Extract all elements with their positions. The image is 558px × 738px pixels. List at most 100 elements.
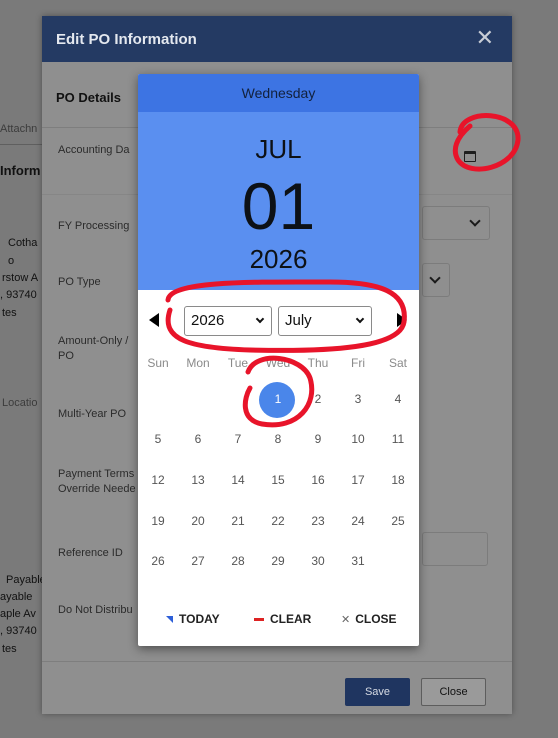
day-cell[interactable]: 25 — [378, 514, 418, 534]
day-cell[interactable]: 13 — [178, 473, 218, 493]
weekday-header: Fri — [351, 356, 365, 370]
day-cell[interactable]: 15 — [258, 473, 298, 493]
picker-actions: TODAY CLEAR ✕ CLOSE — [138, 612, 419, 630]
bg-text: Cotha — [8, 237, 38, 249]
day-cell[interactable]: 2 — [298, 392, 338, 412]
bg-text: tes — [2, 307, 17, 319]
clear-button[interactable]: CLEAR — [254, 612, 311, 626]
close-icon: ✕ — [341, 613, 351, 626]
today-button[interactable]: TODAY — [166, 612, 220, 626]
day-cell[interactable]: 4 — [378, 392, 418, 412]
day-cell[interactable]: 5 — [138, 432, 178, 452]
bg-tab-attachments: Attachn — [0, 123, 38, 135]
chevron-down-icon — [355, 314, 365, 324]
chevron-down-icon — [469, 215, 481, 227]
reference-id-input[interactable] — [422, 532, 488, 566]
label-po-type: PO Type — [58, 276, 101, 288]
bg-text: , 93740 — [0, 625, 37, 637]
day-cell[interactable]: 20 — [178, 514, 218, 534]
selected-day[interactable]: 1 — [258, 392, 298, 412]
next-month-icon[interactable] — [397, 313, 407, 327]
bg-section-info: Inform — [0, 163, 41, 178]
label-do-not-distribute: Do Not Distribu — [58, 604, 133, 616]
accounting-date-calendar-button[interactable] — [456, 142, 484, 170]
bg-divider — [0, 144, 44, 145]
label-multi-year-po: Multi-Year PO — [58, 408, 127, 420]
bg-text: , 93740 — [0, 289, 37, 301]
weekday-header: Mon — [186, 356, 210, 370]
weekday-header: Sun — [147, 356, 169, 370]
day-cell[interactable]: 8 — [258, 432, 298, 452]
clear-marker-icon — [254, 617, 264, 621]
section-title-po-details: PO Details — [56, 90, 122, 105]
day-cell[interactable]: 29 — [258, 554, 298, 574]
day-cell[interactable]: 30 — [298, 554, 338, 574]
bg-text: Payable — [6, 574, 46, 586]
day-cell[interactable]: 26 — [138, 554, 178, 574]
picker-year: 2026 — [249, 244, 308, 274]
day-cell[interactable]: 16 — [298, 473, 338, 493]
weekday-header: Sat — [388, 356, 407, 370]
day-cell[interactable]: 11 — [378, 432, 418, 452]
modal-header: Edit PO Information — [42, 16, 512, 62]
today-label: TODAY — [179, 612, 220, 626]
day-cell[interactable]: 3 — [338, 392, 378, 412]
bg-text: aple Av — [0, 608, 36, 620]
day-cell[interactable]: 7 — [218, 432, 258, 452]
picker-month: JUL — [255, 134, 302, 164]
label-payment-terms: Payment Terms Override Neede — [58, 468, 136, 495]
day-cell[interactable]: 24 — [338, 514, 378, 534]
picker-date-panel: JUL 01 2026 — [138, 112, 419, 290]
weekday-header-row: Sun Mon Tue Wed Thu Fri Sat — [138, 356, 419, 376]
po-type-select[interactable] — [422, 263, 450, 297]
day-cell[interactable]: 10 — [338, 432, 378, 452]
bg-text: ayable — [0, 591, 33, 603]
weekday-header: Tue — [227, 356, 249, 370]
month-select[interactable]: July — [278, 306, 372, 336]
day-cell[interactable]: 22 — [258, 514, 298, 534]
modal-title: Edit PO Information — [56, 30, 197, 48]
year-select-value: 2026 — [191, 312, 225, 329]
clear-label: CLEAR — [270, 612, 312, 626]
save-button[interactable]: Save — [345, 678, 410, 706]
chevron-down-icon — [255, 314, 265, 324]
day-cell[interactable]: 6 — [178, 432, 218, 452]
day-cell[interactable]: 18 — [378, 473, 418, 493]
year-select[interactable]: 2026 — [184, 306, 272, 336]
previous-month-icon[interactable] — [149, 313, 159, 327]
day-cell[interactable]: 23 — [298, 514, 338, 534]
label-reference-id: Reference ID — [58, 547, 123, 559]
label-fy-processing: FY Processing — [58, 220, 130, 232]
modal-close-icon[interactable]: ✕ — [476, 27, 494, 49]
picker-day: 01 — [241, 169, 316, 243]
picker-nav-row: 2026 July — [138, 306, 419, 336]
month-select-value: July — [285, 312, 312, 329]
close-button[interactable]: Close — [421, 678, 486, 706]
picker-close-button[interactable]: ✕ CLOSE — [341, 612, 397, 626]
label-accounting-date: Accounting Da — [58, 144, 130, 156]
day-cell[interactable]: 31 — [338, 554, 378, 574]
day-cell[interactable]: 17 — [338, 473, 378, 493]
weekday-header: Wed — [265, 356, 291, 370]
date-picker: Wednesday JUL 01 2026 2026 July Sun Mon … — [138, 74, 419, 646]
bg-text: tes — [2, 643, 17, 655]
day-cell[interactable]: 21 — [218, 514, 258, 534]
chevron-down-icon — [429, 272, 441, 284]
bg-text: o — [8, 255, 15, 267]
footer-divider — [42, 661, 512, 662]
bg-section-location: Locatio — [2, 397, 38, 409]
day-cell[interactable]: 19 — [138, 514, 178, 534]
day-cell[interactable]: 27 — [178, 554, 218, 574]
day-cell[interactable]: 12 — [138, 473, 178, 493]
today-marker-icon — [166, 615, 173, 623]
fy-processing-select[interactable] — [422, 206, 490, 240]
day-cell[interactable]: 14 — [218, 473, 258, 493]
picker-close-label: CLOSE — [355, 612, 397, 626]
day-cell[interactable]: 28 — [218, 554, 258, 574]
day-cell[interactable]: 9 — [298, 432, 338, 452]
weekday-header: Thu — [307, 356, 329, 370]
picker-weekday: Wednesday — [138, 74, 419, 112]
bg-text: rstow A — [2, 272, 39, 284]
calendar-icon — [464, 150, 476, 162]
label-amount-only: Amount-Only / PO — [58, 335, 129, 362]
